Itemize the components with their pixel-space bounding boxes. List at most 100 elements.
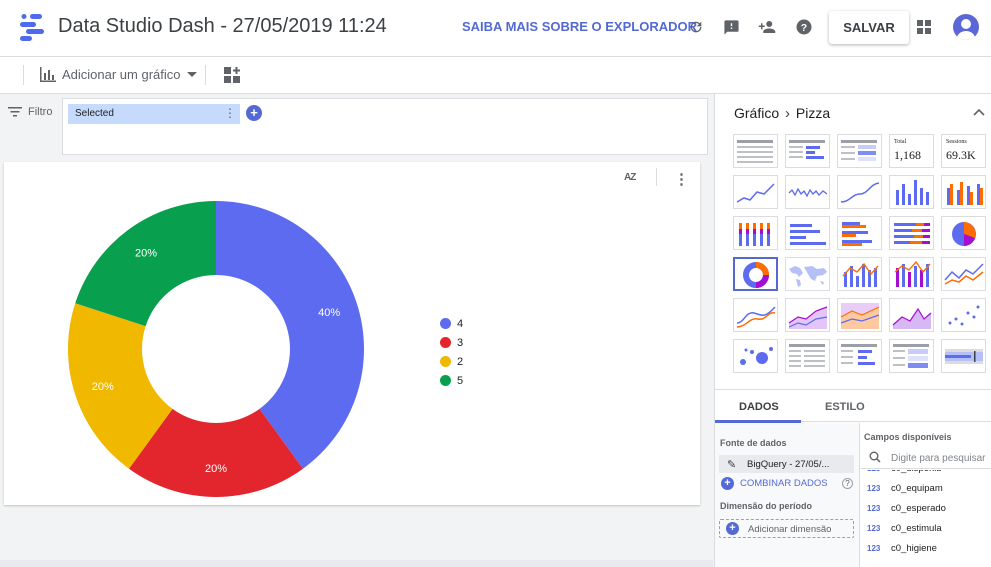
- chart-type-stacked-column[interactable]: [733, 216, 778, 250]
- chart-type-scorecard-compact[interactable]: Sessions 69.3K: [941, 134, 986, 168]
- breadcrumb-root[interactable]: Gráfico: [734, 105, 779, 121]
- field-item[interactable]: 123 c0_equipam: [867, 481, 943, 495]
- scorecard-thumb-value: 1,168: [894, 148, 921, 162]
- blend-data-label: COMBINAR DADOS: [740, 478, 828, 489]
- add-component-icon[interactable]: [224, 67, 242, 89]
- data-source-label: Fonte de dados: [720, 438, 787, 448]
- panel-tabs: DADOS ESTILO: [715, 389, 991, 423]
- field-search-input[interactable]: Digite para pesquisar: [861, 447, 991, 469]
- chart-type-100-area[interactable]: [889, 298, 934, 332]
- add-dimension-label: Adicionar dimensão: [748, 524, 832, 535]
- chart-type-geo-map[interactable]: [785, 257, 830, 291]
- data-source-row[interactable]: ✎ BigQuery - 27/05/...: [719, 455, 854, 473]
- chart-type-scatter[interactable]: [941, 298, 986, 332]
- field-item[interactable]: 123 c0_esperado: [867, 501, 946, 515]
- edit-pencil-icon[interactable]: ✎: [727, 458, 736, 471]
- top-bar: Data Studio Dash - 27/05/2019 11:24 SAIB…: [0, 0, 991, 57]
- chart-type-bar[interactable]: [785, 216, 830, 250]
- help-icon[interactable]: ?: [794, 17, 814, 37]
- field-item[interactable]: 123 c0_estimula: [867, 521, 942, 535]
- refresh-icon[interactable]: [686, 17, 706, 37]
- date-dimension-label: Dimensão do período: [720, 501, 813, 511]
- chart-type-smoothed-multi-line[interactable]: [733, 298, 778, 332]
- save-button[interactable]: SALVAR: [829, 11, 909, 44]
- chart-type-table[interactable]: [733, 134, 778, 168]
- learn-more-link[interactable]: SAIBA MAIS SOBRE O EXPLORADOR: [462, 19, 697, 34]
- chart-type-area[interactable]: [785, 298, 830, 332]
- add-dimension-button[interactable]: + Adicionar dimensão: [719, 519, 854, 538]
- chart-type-breadcrumb: Gráfico › Pizza: [734, 105, 830, 122]
- search-icon: [869, 451, 881, 466]
- legend-label: 5: [457, 374, 464, 387]
- chart-type-donut-selected[interactable]: [733, 257, 778, 291]
- add-chart-button[interactable]: Adicionar um gráfico: [40, 67, 197, 82]
- tab-style[interactable]: ESTILO: [825, 401, 865, 413]
- tab-data[interactable]: DADOS: [739, 401, 779, 413]
- chart-type-grouped-column[interactable]: [941, 175, 986, 209]
- field-item[interactable]: 123 c0_disponib: [867, 470, 942, 475]
- field-list: 123 c0_disponib 123 c0_equipam 123 c0_esperad…: [861, 470, 991, 567]
- donut-slice-5[interactable]: [75, 201, 216, 327]
- page-title[interactable]: Data Studio Dash - 27/05/2019 11:24: [58, 15, 387, 38]
- chart-type-smoothed-line[interactable]: [837, 175, 882, 209]
- toolbar-divider: [23, 65, 24, 85]
- chart-type-line[interactable]: [941, 257, 986, 291]
- donut-chart[interactable]: 40% 20% 20% 20%: [61, 194, 371, 504]
- filter-icon: [8, 107, 22, 117]
- chart-type-stacked-area[interactable]: [837, 298, 882, 332]
- blend-data-button[interactable]: + COMBINAR DADOS: [721, 477, 828, 490]
- search-placeholder: Digite para pesquisar: [891, 453, 986, 464]
- apps-grid-icon[interactable]: [914, 17, 934, 37]
- chart-type-pie[interactable]: [941, 216, 986, 250]
- chart-type-time-series[interactable]: [733, 175, 778, 209]
- chart-type-sparkline[interactable]: [785, 175, 830, 209]
- canvas-bottom-strip: [0, 560, 713, 567]
- scorecard-thumb-label: Sessions: [946, 139, 967, 145]
- chart-type-stacked-bar[interactable]: [889, 216, 934, 250]
- data-studio-logo-icon[interactable]: [18, 14, 48, 42]
- field-name: c0_disponib: [891, 470, 942, 474]
- legend-item-2[interactable]: 2: [440, 352, 463, 371]
- svg-text:?: ?: [801, 22, 807, 34]
- dropdown-arrow-icon: [186, 71, 197, 77]
- legend-item-4[interactable]: 4: [440, 314, 463, 333]
- chevron-up-icon[interactable]: [973, 103, 985, 119]
- add-circle-icon: +: [721, 477, 734, 490]
- chart-type-combo[interactable]: [837, 257, 882, 291]
- avatar[interactable]: [953, 14, 979, 40]
- field-name: c0_esperado: [891, 502, 946, 514]
- chart-type-table-bars[interactable]: [785, 134, 830, 168]
- feedback-icon[interactable]: [721, 17, 741, 37]
- more-vert-icon[interactable]: ⋮: [224, 107, 236, 119]
- chart-type-grouped-bar[interactable]: [837, 216, 882, 250]
- chart-type-table-heatmap[interactable]: [837, 134, 882, 168]
- filter-bar: Filtro Selected ⋮ +: [0, 94, 713, 158]
- field-type-icon: 123: [867, 470, 881, 473]
- filter-label-text: Filtro: [28, 106, 53, 118]
- field-type-icon: 123: [867, 543, 881, 553]
- add-person-icon[interactable]: [757, 17, 777, 37]
- chart-type-bullet[interactable]: [941, 339, 986, 373]
- chart-type-pivot-table-heatmap[interactable]: [889, 339, 934, 373]
- slice-label-4: 40%: [318, 307, 340, 319]
- chart-toolbar-divider: [656, 168, 657, 186]
- chart-type-pivot-table[interactable]: [785, 339, 830, 373]
- legend-swatch: [440, 356, 451, 367]
- filter-chip[interactable]: Selected ⋮: [68, 104, 240, 124]
- help-circle-icon[interactable]: ?: [842, 478, 853, 489]
- legend-item-3[interactable]: 3: [440, 333, 463, 352]
- legend-item-5[interactable]: 5: [440, 371, 463, 390]
- legend-swatch: [440, 337, 451, 348]
- chart-type-column[interactable]: [889, 175, 934, 209]
- add-filter-button[interactable]: +: [246, 105, 262, 121]
- chart-type-pivot-table-bars[interactable]: [837, 339, 882, 373]
- chart-type-scorecard[interactable]: Total 1,168: [889, 134, 934, 168]
- chart-type-stacked-combo[interactable]: [889, 257, 934, 291]
- slice-label-2: 20%: [92, 381, 114, 393]
- more-vert-icon[interactable]: ⋮: [674, 170, 689, 188]
- available-fields-label: Campos disponíveis: [864, 432, 952, 442]
- sort-icon[interactable]: AZ: [624, 172, 636, 183]
- chart-type-bubble[interactable]: [733, 339, 778, 373]
- data-source-name: BigQuery - 27/05/...: [747, 459, 830, 470]
- field-item[interactable]: 123 c0_higiene: [867, 541, 937, 555]
